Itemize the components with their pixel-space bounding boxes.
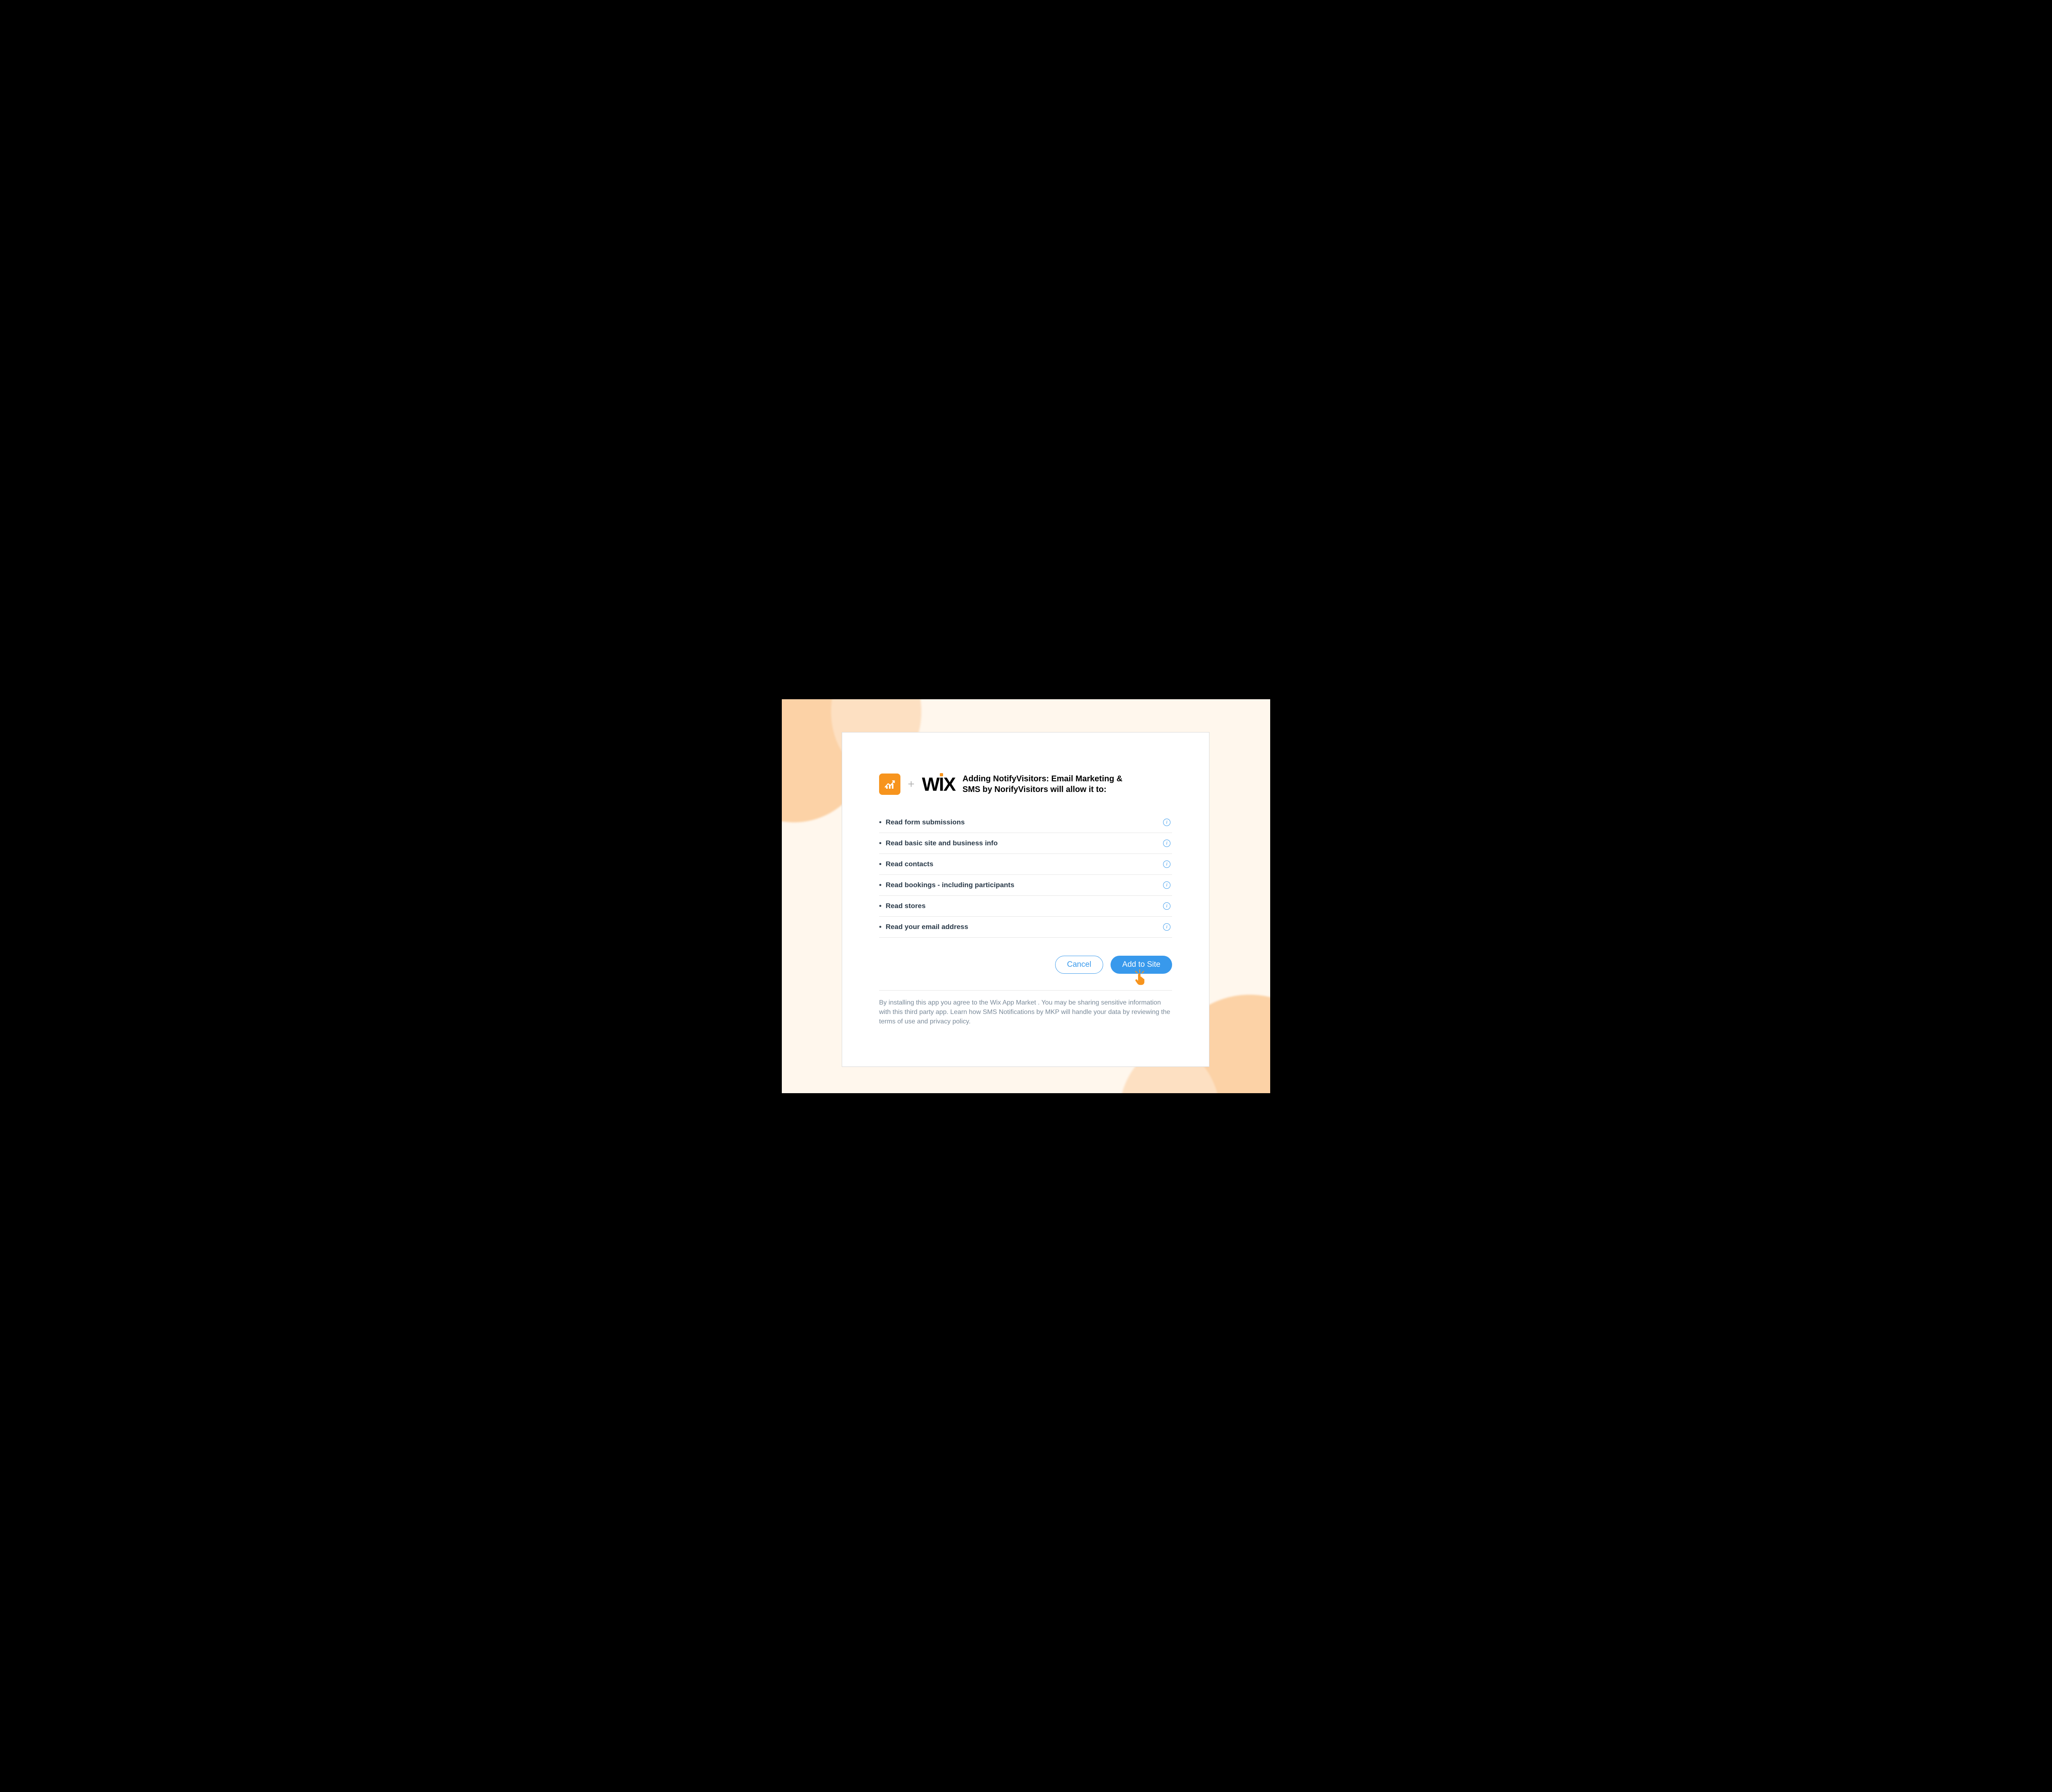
dialog-actions: Cancel Add to Site [879,956,1172,974]
page-background: + WIX Adding NotifyVisitors: Email Marke… [782,699,1270,1093]
permission-label: Read bookings - including participants [879,881,1015,889]
permission-row: Read bookings - including participants i [879,875,1172,896]
info-icon[interactable]: i [1163,819,1170,826]
info-icon[interactable]: i [1163,861,1170,868]
permission-label: Read your email address [879,923,968,931]
permission-label: Read contacts [879,860,933,868]
permission-row: Read stores i [879,896,1172,917]
permission-row: Read contacts i [879,854,1172,875]
wix-x: X [944,775,955,794]
permission-label: Read form submissions [879,818,965,826]
plus-icon: + [908,778,914,791]
wix-logo: WIX [922,775,955,794]
permission-row: Read basic site and business info i [879,833,1172,854]
info-icon[interactable]: i [1163,902,1170,910]
permission-row: Read form submissions i [879,812,1172,833]
app-icon [879,774,900,795]
permission-label: Read stores [879,902,925,910]
dialog-header: + WIX Adding NotifyVisitors: Email Marke… [879,774,1172,795]
permission-label: Read basic site and business info [879,839,998,847]
add-to-site-button[interactable]: Add to Site [1111,956,1172,974]
cancel-button[interactable]: Cancel [1055,956,1103,974]
permission-row: Read your email address i [879,917,1172,938]
info-icon[interactable]: i [1163,840,1170,847]
divider [879,990,1172,991]
consent-dialog: + WIX Adding NotifyVisitors: Email Marke… [842,732,1209,1067]
analytics-icon [884,778,896,790]
info-icon[interactable]: i [1163,923,1170,931]
info-icon[interactable]: i [1163,881,1170,889]
legal-text: By installing this app you agree to the … [879,998,1172,1027]
wix-w: W [922,775,939,794]
wix-i: I [939,775,944,794]
permissions-list: Read form submissions i Read basic site … [879,812,1172,938]
dialog-title: Adding NotifyVisitors: Email Marketing &… [962,774,1135,795]
